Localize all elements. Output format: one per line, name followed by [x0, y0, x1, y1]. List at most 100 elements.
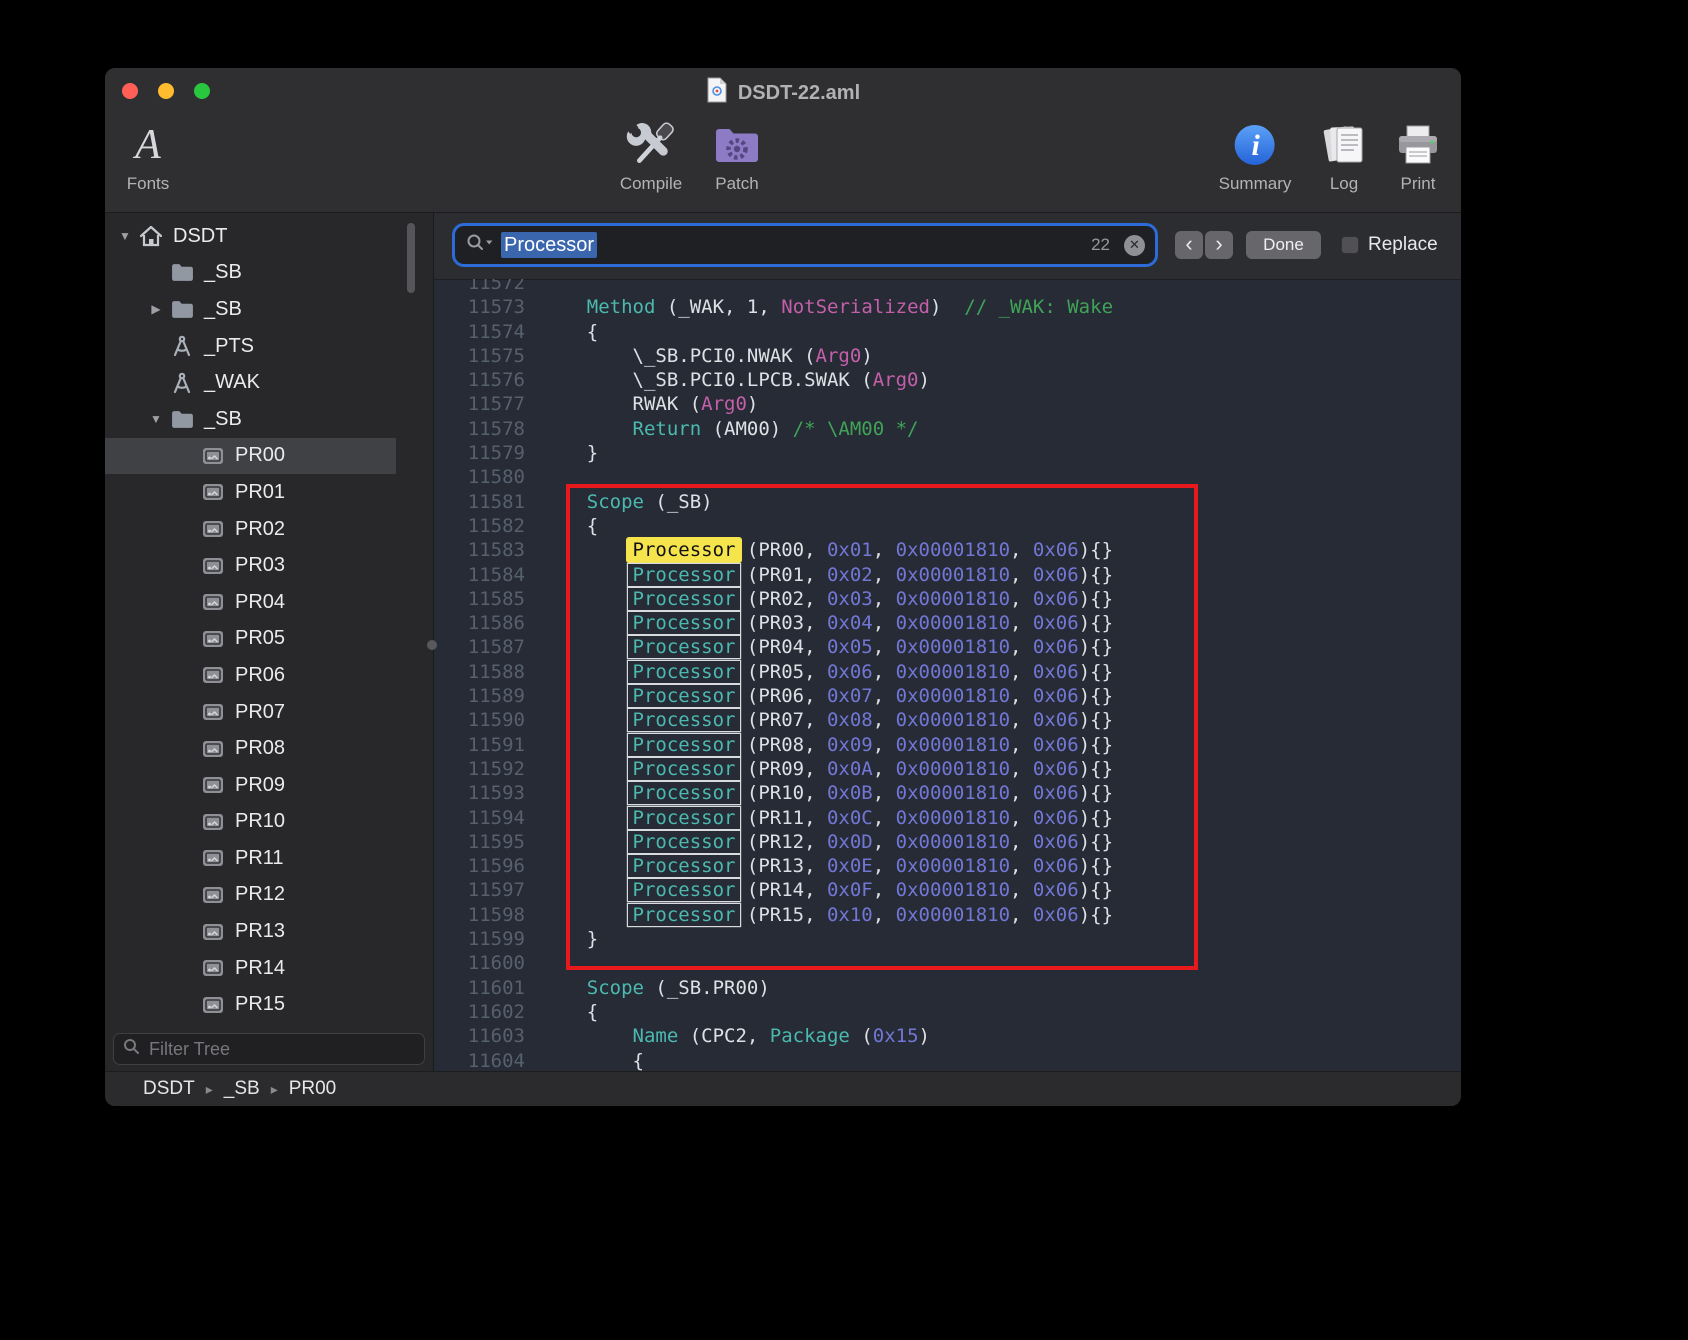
code-line: 11573 Method (_WAK, 1, NotSerialized) //… [434, 295, 1461, 319]
tree-item-wak[interactable]: _WAK [105, 364, 396, 401]
find-match-current: Processor [626, 537, 743, 563]
log-button[interactable]: Log [1321, 116, 1367, 194]
line-number: 11586 [434, 611, 525, 635]
tree-item-pr14[interactable]: PR14 [105, 950, 396, 987]
tree-item-sb[interactable]: _SB [105, 255, 396, 292]
find-match: Processor [628, 709, 741, 731]
code-line: 11589 Processor (PR06, 0x07, 0x00001810,… [434, 684, 1461, 708]
find-search-field[interactable]: Processor 22 ✕ [455, 226, 1155, 264]
find-match: Processor [628, 734, 741, 756]
match-count: 22 [1091, 235, 1110, 255]
folder-icon [168, 409, 196, 430]
find-match: Processor [628, 782, 741, 804]
find-nav-buttons: ‹ › [1175, 231, 1233, 259]
breadcrumb-separator: ▸ [206, 1081, 213, 1098]
tree-item-pts[interactable]: _PTS [105, 328, 396, 365]
pane-splitter-handle[interactable] [427, 640, 437, 650]
replace-checkbox[interactable] [1341, 236, 1359, 254]
tree-item-pr02[interactable]: PR02 [105, 511, 396, 548]
tree-item-label: _SB [204, 298, 242, 321]
tree-item-sb[interactable]: ▼ _SB [105, 401, 396, 438]
processor-icon [199, 629, 227, 649]
code-line: 11590 Processor (PR07, 0x08, 0x00001810,… [434, 708, 1461, 732]
filter-tree-input[interactable] [147, 1038, 415, 1061]
code-line: 11574 { [434, 320, 1461, 344]
find-match: Processor [628, 807, 741, 829]
code-editor[interactable]: 1157211573 Method (_WAK, 1, NotSerialize… [434, 279, 1461, 1072]
code-line: 11597 Processor (PR14, 0x0F, 0x00001810,… [434, 878, 1461, 902]
tree-item-label: PR14 [235, 957, 285, 980]
tree-item-pr08[interactable]: PR08 [105, 730, 396, 767]
breadcrumb-item[interactable]: PR00 [289, 1078, 337, 1100]
line-number: 11588 [434, 660, 525, 684]
processor-icon [199, 739, 227, 759]
code-line: 11592 Processor (PR09, 0x0A, 0x00001810,… [434, 757, 1461, 781]
line-number: 11592 [434, 757, 525, 781]
find-match: Processor [628, 588, 741, 610]
tree-item-pr03[interactable]: PR03 [105, 547, 396, 584]
filter-tree-field[interactable] [113, 1033, 425, 1065]
tree-item-pr00[interactable]: PR00 [105, 438, 396, 475]
breadcrumb-item[interactable]: DSDT [143, 1078, 195, 1100]
code-line: 11578 Return (AM00) /* \AM00 */ [434, 417, 1461, 441]
compile-label: Compile [620, 174, 682, 194]
patch-button[interactable]: Patch [714, 116, 760, 194]
disclosure-triangle[interactable]: ▼ [144, 412, 168, 426]
tree-item-pr12[interactable]: PR12 [105, 877, 396, 914]
tree-item-pr10[interactable]: PR10 [105, 804, 396, 841]
tree-item-pr13[interactable]: PR13 [105, 913, 396, 950]
line-number: 11573 [434, 295, 525, 319]
previous-match-button[interactable]: ‹ [1175, 231, 1203, 259]
processor-icon [199, 922, 227, 942]
compile-button[interactable]: Compile [620, 116, 682, 194]
folder-icon [168, 299, 196, 320]
line-number: 11600 [434, 951, 525, 975]
line-number: 11574 [434, 320, 525, 344]
breadcrumb-separator: ▸ [271, 1081, 278, 1098]
tree-item-pr11[interactable]: PR11 [105, 840, 396, 877]
tree-item-pr01[interactable]: PR01 [105, 474, 396, 511]
line-number: 11602 [434, 1000, 525, 1024]
line-number: 11583 [434, 538, 525, 562]
line-number: 11604 [434, 1049, 525, 1073]
tree-item-label: _PTS [204, 335, 254, 358]
app-window: DSDT-22.aml A Fonts Compile [105, 68, 1461, 1106]
tree-item-sb[interactable]: ▶ _SB [105, 291, 396, 328]
tree-item-dsdt[interactable]: ▼DSDT [105, 218, 396, 255]
sidebar-scrollbar[interactable] [407, 223, 415, 293]
tree-item-pr15[interactable]: PR15 [105, 986, 396, 1023]
clear-search-icon[interactable]: ✕ [1124, 235, 1145, 256]
tree-item-pr06[interactable]: PR06 [105, 657, 396, 694]
tree-item-pr07[interactable]: PR07 [105, 694, 396, 731]
disclosure-triangle[interactable]: ▶ [144, 302, 168, 316]
house-icon [137, 224, 165, 248]
breadcrumb-item[interactable]: _SB [224, 1078, 260, 1100]
tree-item-label: _SB [204, 408, 242, 431]
tree-item-pr04[interactable]: PR04 [105, 584, 396, 621]
code-line: 11580 [434, 465, 1461, 489]
summary-button[interactable]: i Summary [1219, 116, 1292, 194]
disclosure-triangle[interactable]: ▼ [113, 229, 137, 243]
fonts-label: Fonts [127, 174, 170, 194]
processor-icon [199, 702, 227, 722]
sidebar: ▼DSDT_SB▶_SB_PTS_WAK▼_SBPR00PR01PR02PR03… [105, 213, 433, 1072]
print-label: Print [1401, 174, 1436, 194]
code-line: 11603 Name (CPC2, Package (0x15) [434, 1024, 1461, 1048]
print-button[interactable]: Print [1395, 116, 1441, 194]
code-line: 11588 Processor (PR05, 0x06, 0x00001810,… [434, 660, 1461, 684]
line-number: 11599 [434, 927, 525, 951]
processor-icon [199, 556, 227, 576]
tree-item-label: PR12 [235, 883, 285, 906]
code-line: 11598 Processor (PR15, 0x10, 0x00001810,… [434, 903, 1461, 927]
tree-item-pr09[interactable]: PR09 [105, 767, 396, 804]
processor-icon [199, 958, 227, 978]
tree-item-pr05[interactable]: PR05 [105, 621, 396, 658]
next-match-button[interactable]: › [1205, 231, 1233, 259]
search-magnifier-icon[interactable] [465, 233, 495, 258]
find-match: Processor [628, 685, 741, 707]
line-number: 11601 [434, 976, 525, 1000]
code-line: 11575 \_SB.PCI0.NWAK (Arg0) [434, 344, 1461, 368]
done-button[interactable]: Done [1246, 231, 1321, 259]
fonts-button[interactable]: A Fonts [127, 116, 170, 194]
code-line: 11583 Processor (PR00, 0x01, 0x00001810,… [434, 538, 1461, 562]
